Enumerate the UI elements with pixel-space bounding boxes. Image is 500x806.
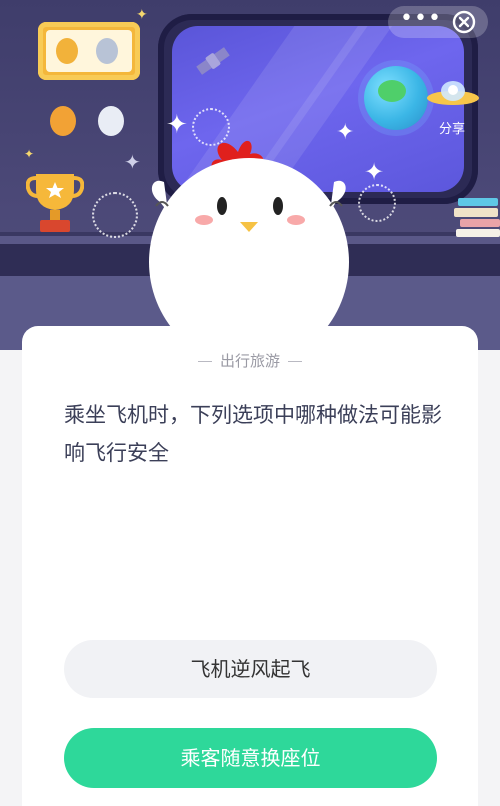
ufo-share-icon[interactable]: [426, 78, 480, 112]
bronze-medal-icon: [50, 106, 76, 136]
category-label: 出行旅游: [219, 352, 280, 370]
share-label[interactable]: 分享: [434, 118, 470, 137]
scene-illustration: ✦ ✦ ✦ ✦ ✦ ✦ ••• 分享: [0, 0, 500, 350]
question-category: 出行旅游: [22, 350, 478, 371]
question-text: 乘坐飞机时，下列选项中哪种做法可能影响飞行安全: [64, 403, 442, 465]
trophy-icon: [26, 174, 84, 232]
chick-mascot: [149, 140, 349, 342]
answer-option-2[interactable]: 乘客随意换座位: [64, 728, 437, 788]
dotted-ring: [92, 192, 138, 238]
more-dots-icon[interactable]: •••: [400, 6, 441, 38]
silver-medal-icon: [96, 38, 118, 64]
books-icon: [454, 198, 500, 237]
white-medal-icon: [98, 106, 124, 136]
sparkle-icon: ✦: [124, 150, 141, 174]
sparkle-icon: ✦: [136, 7, 148, 23]
sparkle-icon: ✦: [364, 158, 385, 186]
dotted-ring: [358, 184, 396, 222]
sparkle-icon: ✦: [24, 147, 35, 161]
close-circle-icon[interactable]: [450, 8, 478, 36]
divider-right: [288, 361, 302, 362]
gold-medal-icon: [56, 38, 78, 64]
divider-left: [197, 361, 212, 362]
answer-option-1[interactable]: 飞机逆风起飞: [64, 640, 437, 698]
earth-land: [378, 80, 406, 102]
